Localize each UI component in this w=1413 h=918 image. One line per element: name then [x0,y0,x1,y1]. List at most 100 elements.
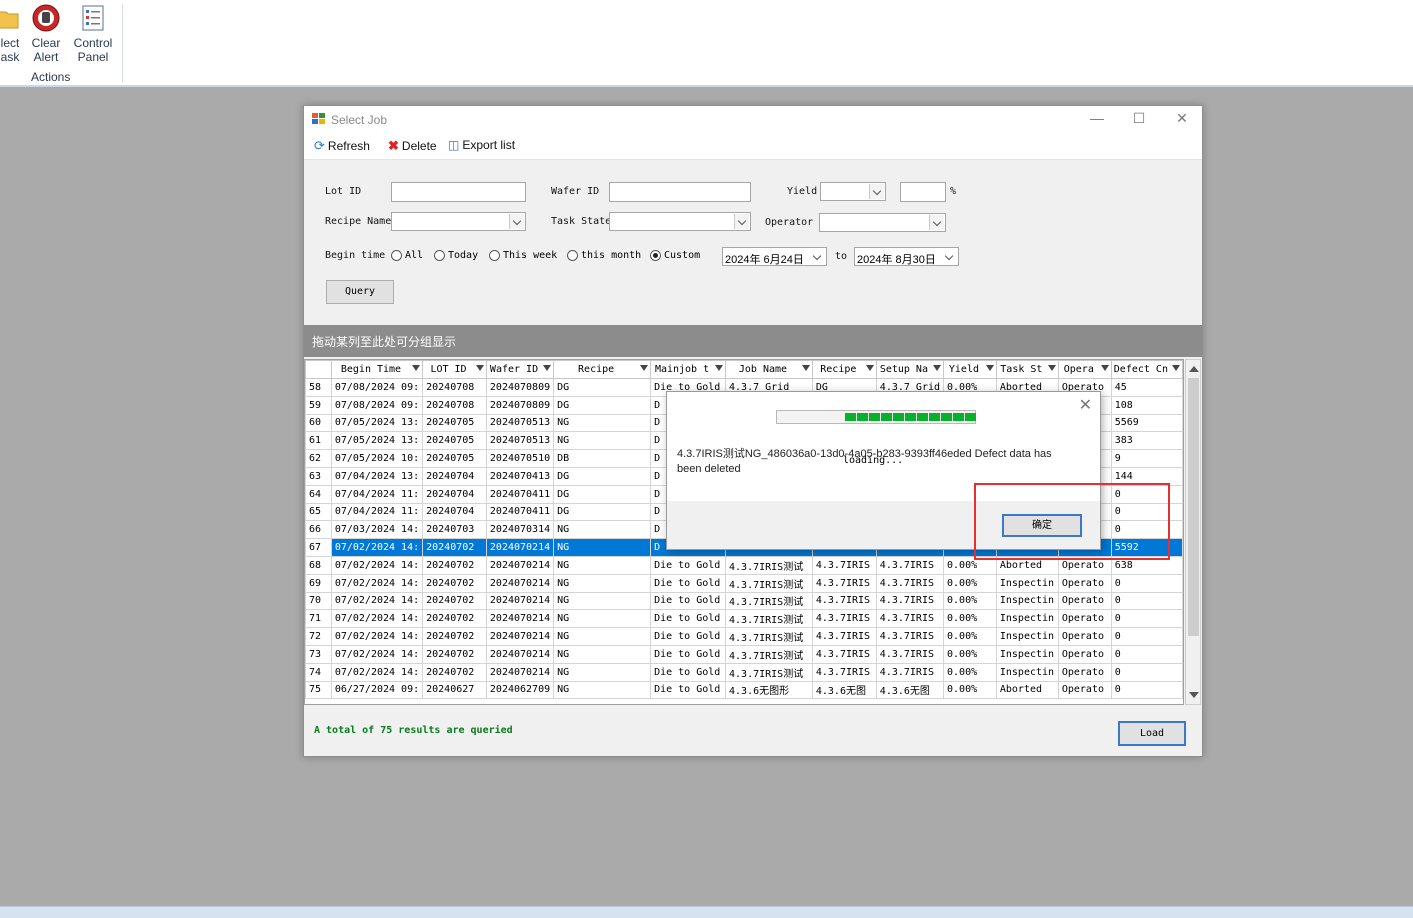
table-row[interactable]: 69 07/02/2024 14: 20240702 2024070214 NG Die … [305,573,1183,593]
column-header[interactable]: Yield [943,360,997,379]
table-cell: NG [553,431,652,451]
row-number: 61 [305,431,332,451]
column-header-label: Mainjob t [654,364,710,375]
filter-icon[interactable] [985,365,994,371]
export-label: Export list [462,138,516,152]
group-by-hint[interactable]: 拖动某列至此处可分组显示 [304,325,1202,357]
to-date-picker[interactable]: 2024年 8月30日 [854,247,959,266]
refresh-button[interactable]: ⟳ Refresh [314,138,370,154]
recipe-name-select[interactable] [391,212,526,231]
table-cell: 20240702 [422,627,487,646]
table-cell: 2024070214 [485,644,555,664]
table-row[interactable]: 73 07/02/2024 14: 20240702 2024070214 NG Die … [305,644,1183,664]
row-number: 75 [305,680,332,700]
table-cell: 2024070214 [485,555,555,575]
table-cell: 0.00% [943,573,997,593]
table-cell: Die to Gold [650,627,727,646]
filter-icon[interactable] [933,365,942,371]
scroll-thumb[interactable] [1188,378,1199,636]
table-cell: 07/02/2024 14: [330,573,424,593]
query-button[interactable]: Query [326,280,394,304]
column-header[interactable]: Mainjob t [650,360,727,379]
filter-icon[interactable] [475,365,484,371]
radio-today[interactable]: Today [434,250,478,261]
yield-operator-select[interactable] [820,182,886,201]
table-row[interactable]: 75 06/27/2024 09: 20240627 2024062709 NG Die … [305,680,1183,700]
radio-circle [391,250,402,261]
column-header[interactable]: LOT ID [422,360,487,379]
column-header-label: Opera [1063,364,1094,375]
radio-this-week[interactable]: This week [489,250,557,261]
filter-icon[interactable] [865,365,874,371]
table-cell: 4.3.7IRIS [811,573,877,593]
radio-this-month[interactable]: this month [567,250,641,261]
select-task-button[interactable]: lect ask [0,4,26,64]
table-row[interactable]: 70 07/02/2024 14: 20240702 2024070214 NG Die … [305,591,1183,611]
column-header[interactable]: Job Name [725,360,813,379]
from-date-picker[interactable]: 2024年 6月24日 [722,247,827,266]
begin-time-label: Begin time [325,250,386,261]
filter-icon[interactable] [1047,365,1056,371]
table-cell: 0.00% [943,680,997,700]
radio-custom[interactable]: Custom [650,250,700,261]
scroll-up-icon[interactable] [1189,366,1199,372]
table-cell: 20240702 [422,538,487,557]
table-cell: 0 [1110,627,1183,646]
maximize-icon[interactable]: ☐ [1124,110,1154,127]
table-cell: 20240705 [422,449,487,468]
dialog-close-icon[interactable]: ✕ [1079,395,1092,415]
table-row[interactable]: 72 07/02/2024 14: 20240702 2024070214 NG Die … [305,627,1183,646]
table-cell: 07/04/2024 11: [330,484,424,504]
chevron-down-icon [942,249,957,264]
table-cell: DG [553,466,652,486]
filter-icon[interactable] [715,365,724,371]
table-cell: Operato [1057,609,1112,629]
filter-icon[interactable] [1100,365,1109,371]
wafer-id-input[interactable] [609,182,751,202]
lot-id-input[interactable] [391,182,526,202]
task-state-select[interactable] [609,212,751,231]
delete-button[interactable]: ✖ Delete [388,138,437,154]
column-header[interactable]: Recipe [553,360,652,379]
operator-select[interactable] [819,213,946,232]
minimize-icon[interactable]: — [1082,110,1112,126]
export-icon: ◫ [448,138,460,152]
table-cell: 2024070510 [485,449,555,468]
filter-icon[interactable] [543,365,552,371]
table-row[interactable]: 71 07/02/2024 14: 20240702 2024070214 NG Die … [305,609,1183,629]
filter-icon[interactable] [1172,365,1180,371]
yield-input[interactable] [900,182,946,202]
table-cell: Operato [1057,591,1112,611]
column-header[interactable]: Defect Cn [1110,360,1183,379]
table-cell: DG [553,484,652,504]
close-icon[interactable]: ✕ [1167,110,1197,127]
table-cell: 4.3.6无图 [875,680,945,700]
column-header[interactable]: Recipe [811,360,877,379]
column-header[interactable]: Opera [1057,360,1112,379]
export-list-button[interactable]: ◫ Export list [448,138,515,152]
column-header-label: Defect Cn [1113,364,1168,375]
grid-vertical-scrollbar[interactable] [1185,359,1201,705]
clear-alert-button[interactable]: Clear Alert [28,4,64,64]
scroll-down-icon[interactable] [1189,692,1199,698]
column-header[interactable]: Task St [995,360,1059,379]
filter-icon[interactable] [412,365,421,371]
table-cell: Die to Gold [650,591,727,611]
radio-all[interactable]: All [391,250,423,261]
filter-icon[interactable] [640,365,649,371]
table-cell: 383 [1110,431,1183,451]
column-header[interactable]: Setup Na [875,360,945,379]
load-button[interactable]: Load [1118,721,1186,746]
table-cell: Inspectin [995,573,1059,593]
column-header[interactable]: Begin Time [330,360,424,379]
control-panel-button[interactable]: Control Panel [70,4,116,64]
column-header-label: Task St [1000,364,1043,375]
window-titlebar[interactable]: Select Job — ☐ ✕ [304,106,1202,134]
ribbon: lect ask Clear Alert Control Panel Actio… [0,0,1413,87]
row-number: 74 [305,662,332,682]
column-header[interactable]: Wafer ID [485,360,555,379]
filter-icon[interactable] [801,365,810,371]
table-row[interactable]: 74 07/02/2024 14: 20240702 2024070214 NG Die … [305,662,1183,682]
progress-segment [941,413,952,421]
ribbon-label: Control [73,36,113,50]
